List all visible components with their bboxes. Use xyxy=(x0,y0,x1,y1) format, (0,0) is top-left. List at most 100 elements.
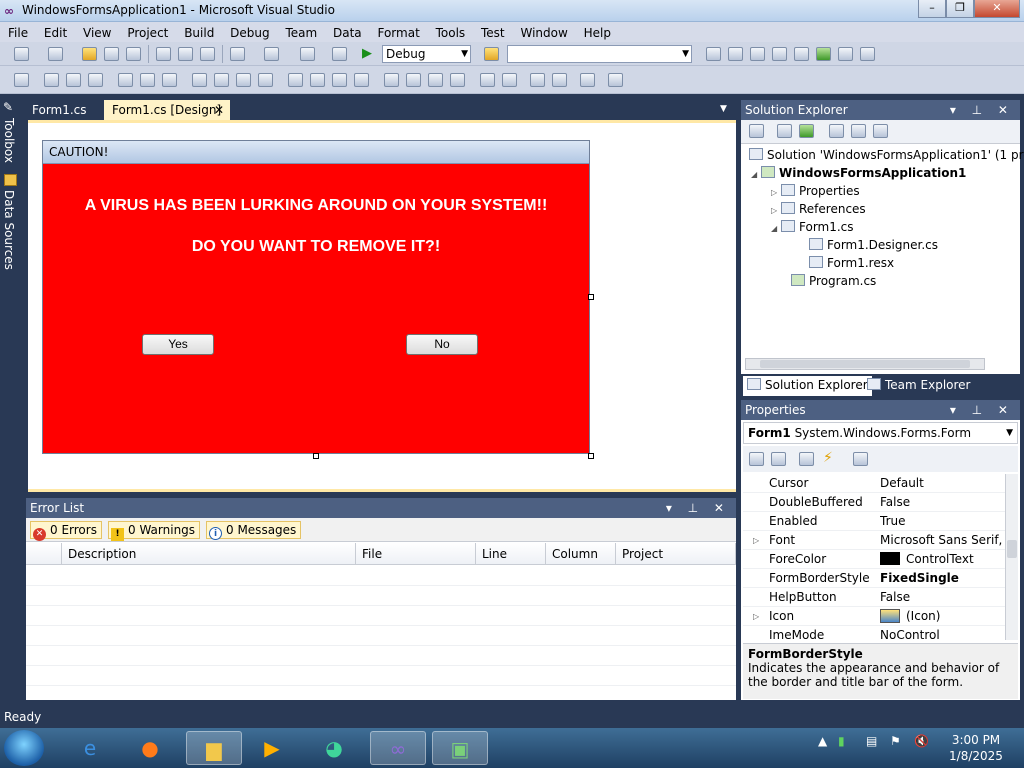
vertical-spacing-icon[interactable] xyxy=(384,73,399,87)
menu-file[interactable]: File xyxy=(2,23,34,43)
lock-controls-icon[interactable] xyxy=(608,73,623,87)
command-window-icon[interactable] xyxy=(860,47,875,61)
view-designer-icon[interactable] xyxy=(851,124,866,138)
add-item-icon[interactable] xyxy=(48,47,63,61)
property-value[interactable]: ControlText xyxy=(880,550,1005,569)
tab-solution-explorer[interactable]: Solution Explorer xyxy=(743,376,872,396)
tree-item-form1-designer[interactable]: Form1.Designer.cs xyxy=(745,236,1019,254)
tree-item-form1[interactable]: ◢ Form1.cs xyxy=(745,218,1019,236)
column-header-description[interactable]: Description xyxy=(62,543,356,565)
tree-item-form1-resx[interactable]: Form1.resx xyxy=(745,254,1019,272)
align-bottoms-icon[interactable] xyxy=(162,73,177,87)
align-middles-icon[interactable] xyxy=(140,73,155,87)
start-page-icon[interactable] xyxy=(816,47,831,61)
navigate-backward-icon[interactable] xyxy=(300,47,315,61)
column-header-project[interactable]: Project xyxy=(616,543,736,565)
terminal-icon[interactable]: ▣ xyxy=(432,731,488,765)
show-all-files-icon[interactable] xyxy=(777,124,792,138)
tab-order-icon[interactable] xyxy=(580,73,595,87)
maximize-button[interactable]: ❐ xyxy=(946,0,974,18)
align-tops-icon[interactable] xyxy=(118,73,133,87)
events-icon[interactable]: ⚡ xyxy=(823,450,833,466)
undo-icon[interactable] xyxy=(230,47,245,61)
object-selector[interactable]: Form1 System.Windows.Forms.Form ▼ xyxy=(743,422,1018,444)
close-icon[interactable]: ✕ xyxy=(214,100,224,120)
tree-item-properties[interactable]: ▷ Properties xyxy=(745,182,1019,200)
tab-form1-cs[interactable]: Form1.cs xyxy=(24,100,95,120)
menu-view[interactable]: View xyxy=(77,23,117,43)
tray-volume-muted-icon[interactable]: 🔇 xyxy=(914,734,929,748)
redo-icon[interactable] xyxy=(264,47,279,61)
align-centers-icon[interactable] xyxy=(66,73,81,87)
virus-warning-label[interactable]: A VIRUS HAS BEEN LURKING AROUND ON YOUR … xyxy=(43,197,589,215)
view-code-icon[interactable] xyxy=(829,124,844,138)
data-sources-tab[interactable]: Data Sources xyxy=(2,190,16,270)
open-file-icon[interactable] xyxy=(82,47,97,61)
resize-handle[interactable] xyxy=(588,294,594,300)
property-value[interactable]: False xyxy=(880,493,1005,512)
menu-help[interactable]: Help xyxy=(578,23,617,43)
align-lefts-icon[interactable] xyxy=(44,73,59,87)
extension-manager-icon[interactable] xyxy=(838,47,853,61)
column-header-icon[interactable] xyxy=(26,543,62,565)
save-icon[interactable] xyxy=(104,47,119,61)
menu-format[interactable]: Format xyxy=(371,23,425,43)
tree-item-references[interactable]: ▷ References xyxy=(745,200,1019,218)
errors-filter-button[interactable]: ✕ 0 Errors xyxy=(30,521,102,541)
solution-explorer-icon[interactable] xyxy=(706,47,721,61)
decrease-vertical-spacing-icon[interactable] xyxy=(428,73,443,87)
menu-edit[interactable]: Edit xyxy=(38,23,73,43)
tray-network-icon[interactable]: ▤ xyxy=(866,734,877,748)
no-button[interactable]: No xyxy=(406,334,478,355)
app-icon[interactable]: ◕ xyxy=(306,731,362,765)
center-horizontally-icon[interactable] xyxy=(480,73,495,87)
chevron-down-icon[interactable]: ▼ xyxy=(720,104,727,114)
scrollbar-thumb[interactable] xyxy=(760,360,970,368)
menu-test[interactable]: Test xyxy=(475,23,511,43)
menu-build[interactable]: Build xyxy=(178,23,220,43)
decrease-horizontal-spacing-icon[interactable] xyxy=(332,73,347,87)
start-debugging-icon[interactable]: ▶ xyxy=(362,46,372,61)
firefox-icon[interactable]: ● xyxy=(122,731,178,765)
center-vertically-icon[interactable] xyxy=(502,73,517,87)
collapsed-arrow-icon[interactable]: ▷ xyxy=(753,607,759,626)
tray-expand-icon[interactable]: ▲ xyxy=(818,734,827,748)
tree-item-solution[interactable]: Solution 'WindowsFormsApplication1' (1 p… xyxy=(745,146,1024,164)
increase-vertical-spacing-icon[interactable] xyxy=(406,73,421,87)
property-row[interactable]: ▷ Font Microsoft Sans Serif, 8.2 xyxy=(743,531,1005,550)
make-same-height-icon[interactable] xyxy=(236,73,251,87)
find-in-files-icon[interactable] xyxy=(484,47,499,61)
object-browser-icon[interactable] xyxy=(750,47,765,61)
column-header-file[interactable]: File xyxy=(356,543,476,565)
warnings-filter-button[interactable]: ! 0 Warnings xyxy=(108,521,201,541)
class-diagram-icon[interactable] xyxy=(873,124,888,138)
media-player-icon[interactable]: ▶ xyxy=(244,731,300,765)
menu-team[interactable]: Team xyxy=(279,23,323,43)
menu-tools[interactable]: Tools xyxy=(430,23,472,43)
expanded-arrow-icon[interactable]: ◢ xyxy=(771,220,781,238)
visual-studio-icon[interactable]: ∞ xyxy=(370,731,426,765)
align-to-grid-icon[interactable] xyxy=(14,73,29,87)
property-row[interactable]: ImeMode NoControl xyxy=(743,626,1005,640)
property-value[interactable]: Default xyxy=(880,474,1005,493)
property-value[interactable]: (Icon) xyxy=(880,607,1005,626)
property-pages-icon[interactable] xyxy=(853,452,868,466)
property-row[interactable]: DoubleBuffered False xyxy=(743,493,1005,512)
toolbox-icon[interactable] xyxy=(772,47,787,61)
column-header-line[interactable]: Line xyxy=(476,543,546,565)
align-rights-icon[interactable] xyxy=(88,73,103,87)
menu-data[interactable]: Data xyxy=(327,23,368,43)
copy-icon[interactable] xyxy=(178,47,193,61)
collapsed-arrow-icon[interactable]: ▷ xyxy=(753,531,759,550)
increase-horizontal-spacing-icon[interactable] xyxy=(310,73,325,87)
messages-filter-button[interactable]: i 0 Messages xyxy=(206,521,302,540)
save-all-icon[interactable] xyxy=(126,47,141,61)
menu-debug[interactable]: Debug xyxy=(224,23,275,43)
property-row[interactable]: Cursor Default xyxy=(743,474,1005,493)
minimize-button[interactable]: – xyxy=(918,0,946,18)
find-combo[interactable]: ▼ xyxy=(507,45,692,63)
property-row[interactable]: ▷ Icon (Icon) xyxy=(743,607,1005,626)
configuration-dropdown[interactable]: Debug ▼ xyxy=(382,45,471,63)
yes-button[interactable]: Yes xyxy=(142,334,214,355)
alphabetical-icon[interactable] xyxy=(771,452,786,466)
